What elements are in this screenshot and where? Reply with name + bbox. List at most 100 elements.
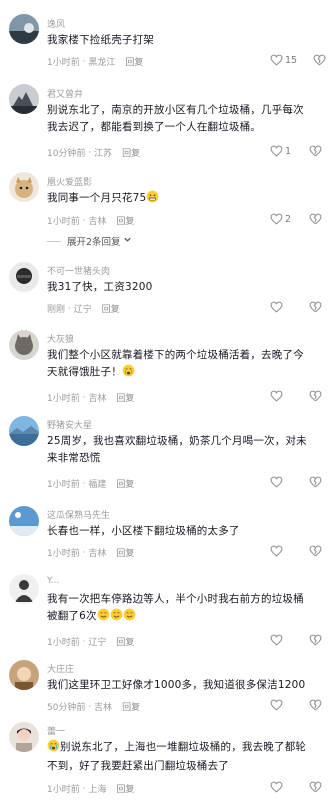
comment-text-content: 我们整个小区就靠着楼下的两个垃圾桶活着，去晚了今天就得饿肚子！ [47,349,304,378]
comment-item: 蕾一 别说东北了，上海也一堆翻垃圾桶的，我去晚了都轮不到，好了我要赶紧出门翻垃圾… [0,722,334,798]
comment-meta: 1小时前 · 黑龙江 回复 [47,55,144,69]
heart-outline-icon [270,545,283,557]
avatar[interactable] [9,14,39,44]
broken-heart-icon [313,54,326,66]
reply-button[interactable]: 回复 [125,55,143,68]
heart-outline-icon [270,634,283,646]
smile-emoji-icon [110,608,123,627]
like-button[interactable] [270,634,293,646]
avatar[interactable] [9,84,39,114]
dislike-button[interactable] [309,301,322,313]
like-button[interactable] [270,545,293,557]
broken-heart-icon [309,301,322,313]
like-button[interactable] [270,476,293,488]
dislike-button[interactable] [309,699,322,711]
dislike-button[interactable] [309,781,322,793]
comment-text: 我们这里环卫工好像才1000多，我知道很多保洁1200 [47,679,306,691]
crying-emoji-icon [122,364,135,383]
username[interactable]: 大灰狼 [47,332,74,345]
comment-meta: 1小时前 · 吉林 回复 [47,214,135,228]
comment-location: 吉林 [94,703,113,713]
dislike-button[interactable] [309,213,322,225]
comment-location: 黑龙江 [88,58,116,68]
username[interactable]: Y... [47,576,59,586]
comment-meta: 1小时前 · 吉林 回复 [47,546,135,560]
comment-time: 1小时前 [47,58,80,68]
username[interactable]: 君又曾弁 [47,87,83,100]
reply-button[interactable]: 回复 [122,700,140,713]
comment-location: 吉林 [88,549,107,559]
username[interactable]: 不可一世猪头肉 [47,264,110,277]
dislike-button[interactable] [313,54,326,66]
username[interactable]: 这瓜保熟马先生 [47,508,110,521]
like-button[interactable]: 2 [270,213,293,225]
heart-outline-icon [270,301,283,313]
comment-meta: 1小时前 · 福建 回复 [47,477,135,491]
comment-meta: 刚刚 · 辽宁 回复 [47,302,120,316]
smile-emoji-icon [123,608,136,627]
username[interactable]: 逸风 [47,17,65,30]
username[interactable]: 野猪安大星 [47,418,92,431]
comment-item: Y... 我有一次把车停路边等人，半个小时我右前方的垃圾桶被翻了6次 1小时前 … [0,574,334,650]
expand-replies-button[interactable]: 展开2条回复 [47,234,132,248]
dislike-button[interactable] [309,476,322,488]
reply-button[interactable]: 回复 [116,391,134,404]
like-count: 15 [285,54,298,66]
like-button[interactable]: 15 [270,54,297,66]
like-button[interactable] [270,301,293,313]
heart-outline-icon [270,476,283,488]
username[interactable]: 大庄庄 [47,662,74,675]
reply-button[interactable]: 回复 [116,214,134,227]
dislike-button[interactable] [309,545,322,557]
reply-button[interactable]: 回复 [116,782,134,795]
comment-actions [270,545,322,557]
like-button[interactable] [270,390,293,402]
comment-actions [270,699,322,711]
comment-text: 我同事一个月只花75 [47,190,309,209]
dislike-button[interactable] [309,634,322,646]
comment-item: 野猪安大星 25周岁，我也喜欢翻垃圾桶，奶茶几个月喝一次，对未来非常恐慌 1小时… [0,416,334,492]
reply-button[interactable]: 回复 [116,477,134,490]
reply-button[interactable]: 回复 [122,146,140,159]
comment-location: 辽宁 [88,638,107,648]
dislike-button[interactable] [309,390,322,402]
avatar[interactable] [9,330,39,360]
like-button[interactable] [270,699,293,711]
comment-meta: 1小时前 · 上海 回复 [47,782,135,796]
avatar[interactable] [9,722,39,752]
comment-actions [270,390,322,402]
comment-time: 1小时前 [47,785,80,795]
heart-outline-icon [270,213,283,225]
reply-button[interactable]: 回复 [116,635,134,648]
avatar[interactable] [9,574,39,604]
avatar[interactable] [9,416,39,446]
heart-outline-icon [270,781,283,793]
comment-time: 1小时前 [47,394,80,404]
comment-location: 上海 [88,785,107,795]
comment-actions [270,634,322,646]
avatar[interactable] [9,660,39,690]
username[interactable]: 凰火爱蓝影 [47,175,92,188]
heart-outline-icon [270,145,283,157]
comment-location: 辽宁 [73,305,92,315]
comment-text-content: 我有一次把车停路边等人，半个小时我右前方的垃圾桶被翻了6次 [47,593,304,622]
grimace-emoji-icon [146,190,159,209]
avatar[interactable] [9,262,39,292]
divider [47,240,61,242]
broken-heart-icon [309,476,322,488]
broken-heart-icon [309,545,322,557]
like-button[interactable] [270,781,293,793]
comment-time: 刚刚 [47,305,66,315]
comment-time: 1小时前 [47,480,80,490]
like-button[interactable]: 1 [270,145,293,157]
avatar[interactable] [9,506,39,536]
broken-heart-icon [309,213,322,225]
comment-actions [270,781,322,793]
reply-button[interactable]: 回复 [102,302,120,315]
dislike-button[interactable] [309,145,322,157]
reply-button[interactable]: 回复 [116,546,134,559]
username[interactable]: 蕾一 [47,724,65,737]
like-count: 2 [285,213,292,225]
comment-text: 25周岁，我也喜欢翻垃圾桶，奶茶几个月喝一次，对未来非常恐慌 [47,433,309,467]
avatar[interactable] [9,172,39,202]
